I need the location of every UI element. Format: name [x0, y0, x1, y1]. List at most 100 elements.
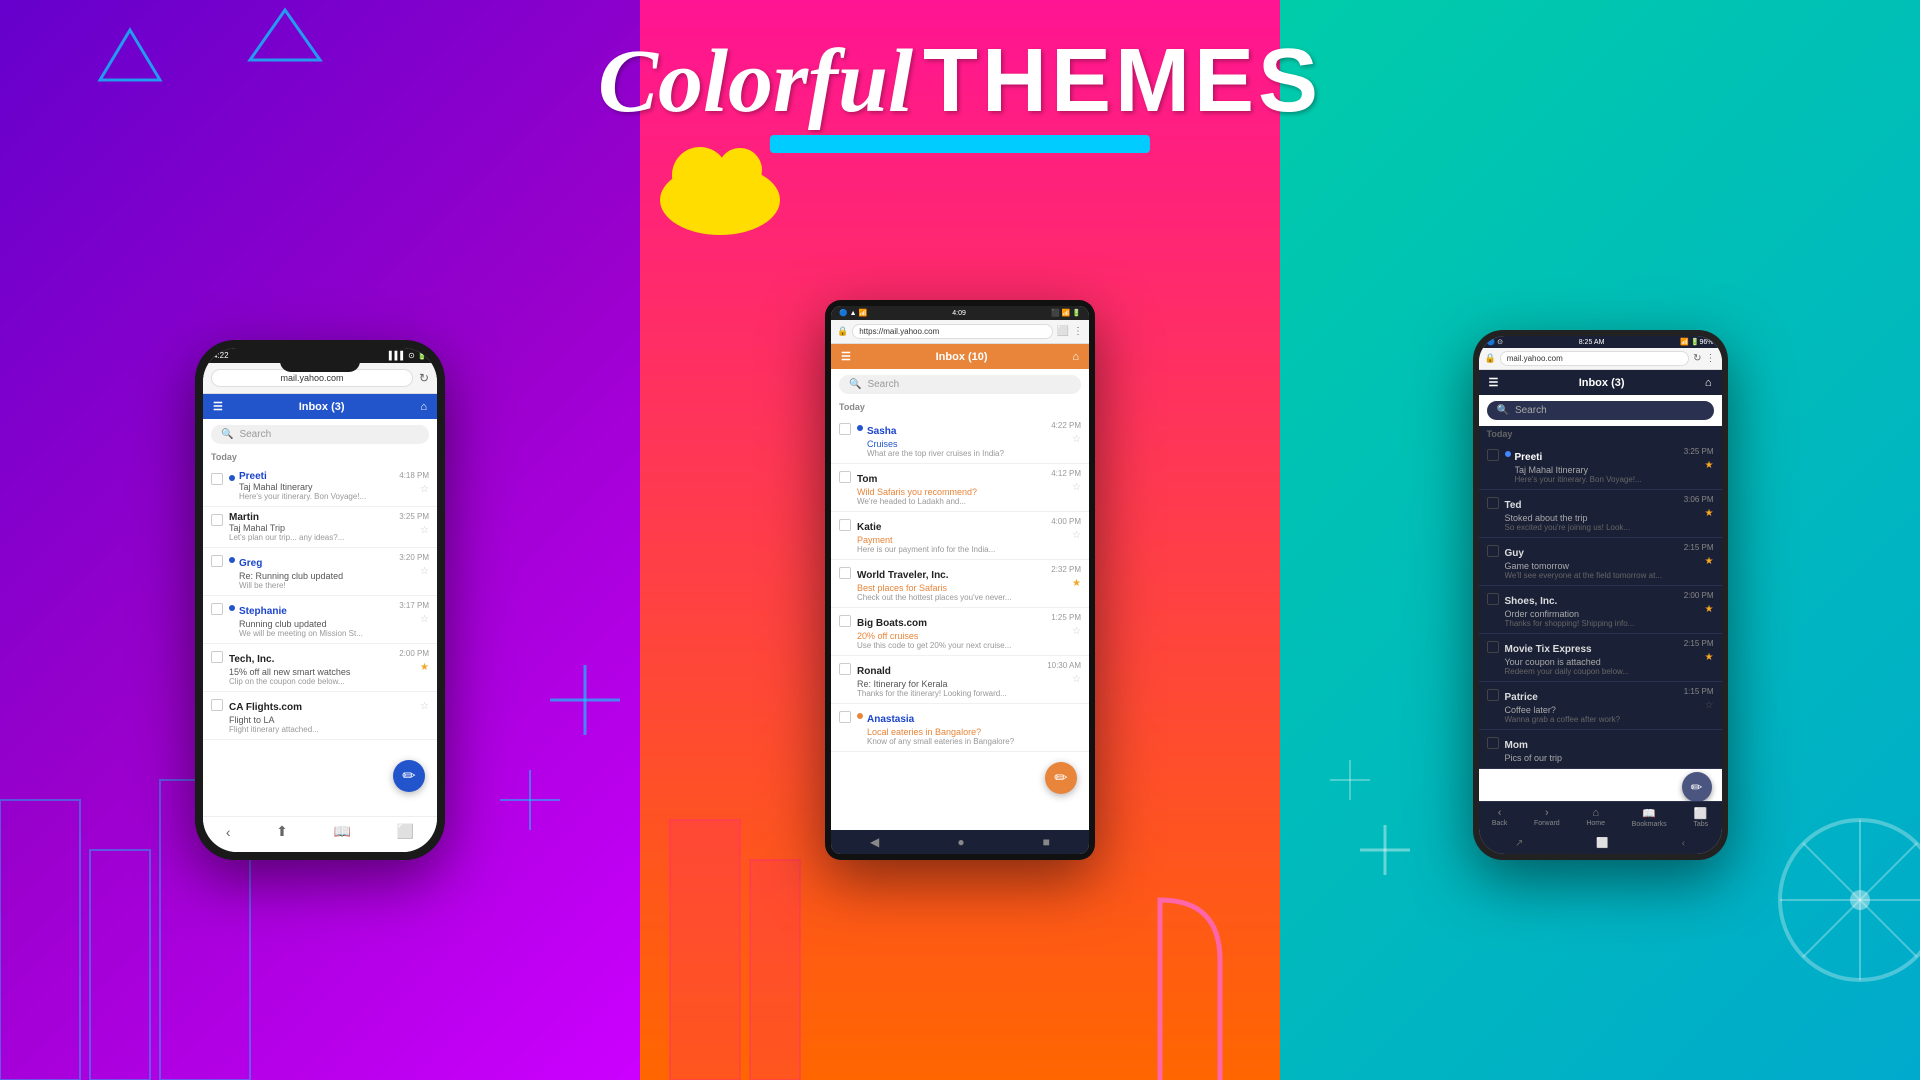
nav-recent-android[interactable]: ■ — [1043, 835, 1050, 849]
url-bar-left[interactable]: mail.yahoo.com — [211, 369, 413, 387]
email-preview: Wanna grab a coffee after work? — [1505, 715, 1678, 724]
email-checkbox[interactable] — [839, 519, 851, 531]
tab-icon-middle[interactable]: ⬜ — [1057, 326, 1069, 337]
email-star-icon[interactable]: ☆ — [1072, 626, 1081, 637]
email-row-mid-2[interactable]: Katie Payment Here is our payment info f… — [831, 512, 1089, 560]
search-bar-left[interactable]: 🔍 Search — [211, 425, 429, 444]
email-row-mid-0[interactable]: Sasha Cruises What are the top river cru… — [831, 416, 1089, 464]
email-checkbox[interactable] — [211, 514, 223, 526]
email-checkbox[interactable] — [1487, 689, 1499, 701]
hamburger-icon-left[interactable]: ☰ — [213, 400, 223, 413]
email-checkbox[interactable] — [839, 423, 851, 435]
email-star-icon[interactable]: ☆ — [1072, 530, 1081, 541]
email-checkbox[interactable] — [211, 473, 223, 485]
email-checkbox[interactable] — [839, 711, 851, 723]
menu-icon-right[interactable]: ⋮ — [1706, 353, 1716, 364]
nav-forward-sam[interactable]: › Forward — [1534, 807, 1560, 828]
refresh-icon-right[interactable]: ↻ — [1693, 353, 1701, 364]
email-row-left-5[interactable]: CA Flights.com Flight to LA Flight itine… — [203, 692, 437, 740]
email-star-icon[interactable]: ☆ — [1072, 482, 1081, 493]
hamburger-icon-middle[interactable]: ☰ — [841, 350, 851, 363]
search-bar-right[interactable]: 🔍 Search — [1487, 401, 1714, 420]
email-row-right-1[interactable]: Ted Stoked about the trip So excited you… — [1479, 490, 1722, 538]
nav-back-android[interactable]: ◀ — [870, 835, 879, 849]
email-star-icon[interactable]: ★ — [1072, 578, 1081, 589]
home-icon-left[interactable]: ⌂ — [420, 401, 427, 413]
email-row-right-2[interactable]: Guy Game tomorrow We'll see everyone at … — [1479, 538, 1722, 586]
email-star-icon[interactable]: ☆ — [420, 525, 429, 536]
email-checkbox[interactable] — [839, 567, 851, 579]
email-star-icon[interactable]: ★ — [1705, 460, 1714, 471]
nav-home-sam[interactable]: ⌂ Home — [1586, 807, 1605, 828]
url-bar-right[interactable]: mail.yahoo.com — [1500, 351, 1689, 366]
home-icon-middle[interactable]: ⌂ — [1072, 351, 1079, 363]
email-checkbox[interactable] — [839, 663, 851, 675]
nav-share-left[interactable]: ⬆ — [276, 823, 288, 840]
email-row-left-4[interactable]: Tech, Inc. 15% off all new smart watches… — [203, 644, 437, 692]
email-checkbox[interactable] — [211, 555, 223, 567]
email-list-right: Today Preeti Taj Mahal Itinerary Here's … — [1479, 426, 1722, 769]
email-row-right-0[interactable]: Preeti Taj Mahal Itinerary Here's your i… — [1479, 442, 1722, 490]
compose-fab-left[interactable]: ✏ — [393, 760, 425, 792]
email-star-icon[interactable]: ★ — [1705, 556, 1714, 567]
email-row-right-5[interactable]: Patrice Coffee later? Wanna grab a coffe… — [1479, 682, 1722, 730]
home-icon-right[interactable]: ⌂ — [1705, 377, 1712, 389]
email-row-left-2[interactable]: Greg Re: Running club updated Will be th… — [203, 548, 437, 596]
compose-fab-right[interactable]: ✏ — [1682, 772, 1712, 802]
hamburger-icon-right[interactable]: ☰ — [1489, 376, 1499, 389]
nav-back-left[interactable]: ‹ — [226, 824, 231, 840]
email-row-mid-5[interactable]: Ronald Re: Itinerary for Kerala Thanks f… — [831, 656, 1089, 704]
email-subject: Order confirmation — [1505, 609, 1678, 619]
email-star-icon[interactable]: ★ — [1705, 652, 1714, 663]
android-status-bar: 🔵 ▲ 📶 4:09 ⬛ 📶 🔋 — [831, 306, 1089, 320]
compose-fab-middle[interactable]: ✏ — [1045, 762, 1077, 794]
email-star-icon[interactable]: ★ — [1705, 604, 1714, 615]
email-subject: Wild Safaris you recommend? — [857, 487, 1045, 497]
nav-back-sam[interactable]: ‹ Back — [1492, 807, 1508, 828]
email-checkbox[interactable] — [211, 699, 223, 711]
email-meta: 1:15 PM ☆ — [1684, 687, 1714, 711]
nav-bookmark-left[interactable]: 📖 — [334, 823, 351, 840]
nav-label-tabs: Tabs — [1693, 821, 1708, 828]
email-star-icon[interactable]: ☆ — [420, 614, 429, 625]
email-row-right-6[interactable]: Mom Pics of our trip — [1479, 730, 1722, 769]
email-star-icon[interactable]: ☆ — [1705, 700, 1714, 711]
nav-home-android[interactable]: ● — [957, 835, 964, 849]
email-checkbox[interactable] — [1487, 545, 1499, 557]
menu-icon-middle[interactable]: ⋮ — [1073, 326, 1083, 337]
email-row-left-1[interactable]: Martin Taj Mahal Trip Let's plan our tri… — [203, 507, 437, 548]
nav-tabs-left[interactable]: ⬜ — [397, 823, 414, 840]
email-checkbox[interactable] — [1487, 497, 1499, 509]
email-checkbox[interactable] — [1487, 593, 1499, 605]
email-row-mid-3[interactable]: World Traveler, Inc. Best places for Saf… — [831, 560, 1089, 608]
email-checkbox[interactable] — [1487, 449, 1499, 461]
email-checkbox[interactable] — [1487, 737, 1499, 749]
email-checkbox[interactable] — [211, 651, 223, 663]
bottom-nav-left: ‹ ⬆ 📖 ⬜ — [203, 816, 437, 852]
email-star-icon[interactable]: ☆ — [420, 566, 429, 577]
email-row-left-3[interactable]: Stephanie Running club updated We will b… — [203, 596, 437, 644]
email-checkbox[interactable] — [1487, 641, 1499, 653]
email-star-icon[interactable]: ★ — [420, 662, 429, 673]
email-star-icon[interactable]: ☆ — [1072, 674, 1081, 685]
email-row-mid-6[interactable]: Anastasia Local eateries in Bangalore? K… — [831, 704, 1089, 752]
email-star-icon[interactable]: ☆ — [420, 484, 429, 495]
search-bar-middle[interactable]: 🔍 Search — [839, 375, 1081, 394]
email-row-right-4[interactable]: Movie Tix Express Your coupon is attache… — [1479, 634, 1722, 682]
email-row-mid-4[interactable]: Big Boats.com 20% off cruises Use this c… — [831, 608, 1089, 656]
email-sender: Mom — [1505, 740, 1528, 751]
email-star-icon[interactable]: ☆ — [1072, 434, 1081, 445]
url-bar-middle[interactable]: https://mail.yahoo.com — [852, 324, 1052, 339]
email-star-icon[interactable]: ★ — [1705, 508, 1714, 519]
nav-tabs-sam[interactable]: ⬜ Tabs — [1693, 807, 1708, 828]
email-row-left-0[interactable]: Preeti Taj Mahal Itinerary Here's your i… — [203, 466, 437, 507]
email-checkbox[interactable] — [211, 603, 223, 615]
email-checkbox[interactable] — [839, 471, 851, 483]
email-row-mid-1[interactable]: Tom Wild Safaris you recommend? We're he… — [831, 464, 1089, 512]
email-row-right-3[interactable]: Shoes, Inc. Order confirmation Thanks fo… — [1479, 586, 1722, 634]
refresh-icon[interactable]: ↻ — [419, 371, 429, 385]
email-checkbox[interactable] — [839, 615, 851, 627]
email-subject: Flight to LA — [229, 715, 414, 725]
nav-bookmarks-sam[interactable]: 📖 Bookmarks — [1632, 807, 1667, 828]
email-star-icon[interactable]: ☆ — [420, 701, 429, 712]
